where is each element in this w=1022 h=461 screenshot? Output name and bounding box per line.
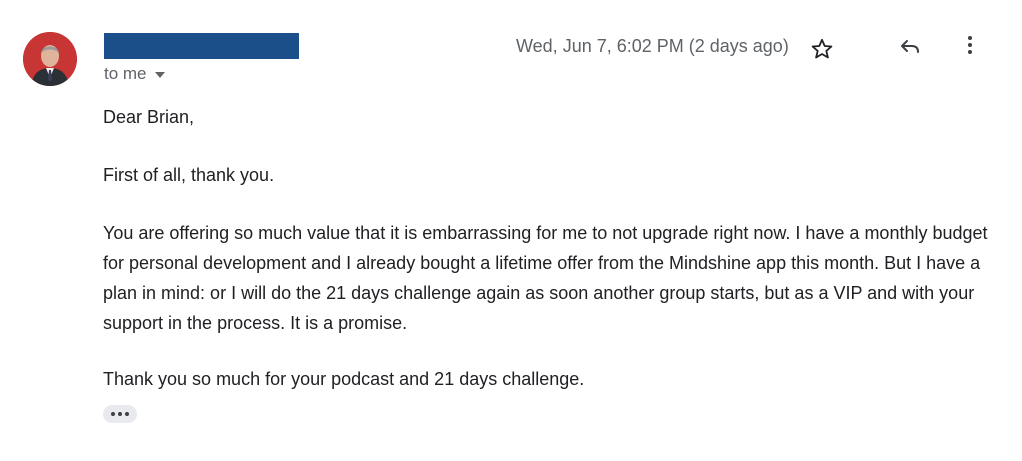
show-trimmed-content-button[interactable]: [103, 405, 137, 423]
sender-avatar[interactable]: [23, 32, 77, 86]
more-options-button[interactable]: [956, 31, 984, 59]
caret-down-icon: [154, 72, 165, 78]
ellipsis-dot: [125, 412, 129, 416]
sender-name-redacted: [104, 33, 299, 59]
message-paragraph-1: First of all, thank you.: [103, 165, 275, 185]
star-button[interactable]: [808, 35, 836, 63]
reply-icon: [901, 40, 919, 53]
ellipsis-dot: [118, 412, 122, 416]
star-icon: [811, 38, 833, 59]
message-greeting: Dear Brian,: [103, 107, 195, 127]
avatar-portrait-icon: [23, 32, 77, 86]
message-paragraph-2: You are offering so much value that it i…: [103, 223, 988, 333]
recipient-dropdown[interactable]: to me: [104, 64, 165, 84]
ellipsis-icon: [111, 412, 115, 416]
more-vert-icon: [968, 36, 972, 54]
message-date: Wed, Jun 7, 6:02 PM (2 days ago): [516, 36, 789, 56]
recipient-label: to me: [104, 64, 147, 83]
reply-button[interactable]: [896, 32, 924, 60]
message-paragraph-3: Thank you so much for your podcast and 2…: [103, 369, 585, 389]
